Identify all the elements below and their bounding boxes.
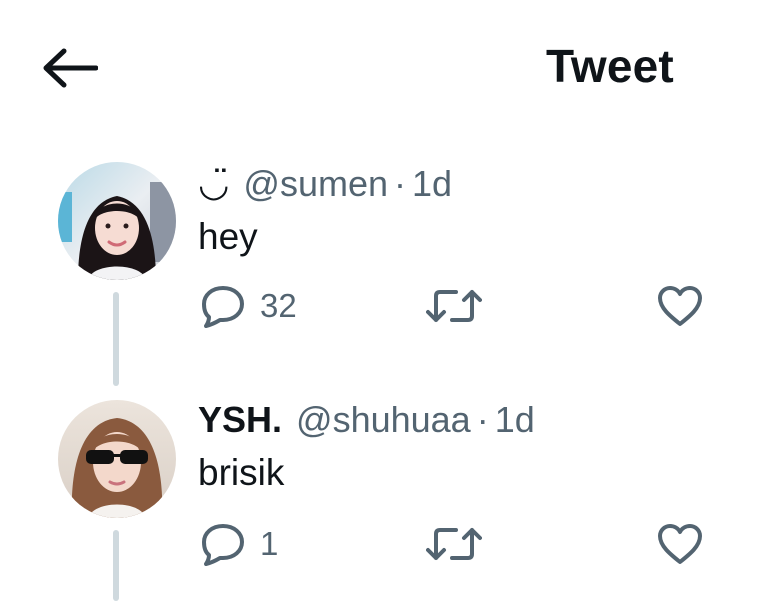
separator-dot: ·	[476, 399, 489, 440]
tweet-header: YSH. @shuhuaa · 1d	[198, 398, 535, 442]
user-handle[interactable]: @sumen	[243, 163, 388, 205]
retweet-icon	[426, 528, 482, 560]
like-button[interactable]	[656, 284, 704, 328]
timestamp[interactable]: 1d	[495, 399, 535, 441]
heart-icon	[658, 286, 702, 326]
like-button[interactable]	[656, 522, 704, 566]
separator-dot: ·	[394, 163, 407, 204]
reply-icon	[202, 286, 244, 328]
display-name[interactable]: ◡̈	[198, 163, 229, 205]
thread-line	[113, 530, 119, 601]
display-name[interactable]: YSH.	[198, 399, 282, 441]
tweet-text: brisik	[198, 452, 285, 493]
timestamp[interactable]: 1d	[412, 163, 452, 205]
avatar[interactable]	[58, 400, 176, 518]
thread-line	[113, 292, 119, 386]
heart-icon	[658, 524, 702, 564]
tweet-header: ◡̈ @sumen · 1d	[198, 162, 452, 206]
avatar-image	[58, 162, 176, 280]
page-title: Tweet	[546, 40, 674, 92]
avatar-image	[58, 400, 176, 518]
reply-icon	[202, 524, 244, 566]
reply-count: 32	[260, 287, 297, 324]
retweet-button[interactable]	[426, 524, 482, 564]
reply-count: 1	[260, 525, 279, 562]
reply-button[interactable]: 32	[200, 284, 297, 328]
user-handle[interactable]: @shuhuaa	[296, 399, 471, 441]
retweet-button[interactable]	[426, 286, 482, 326]
arrow-left-icon	[43, 48, 98, 88]
reply-button[interactable]: 1	[200, 522, 278, 566]
retweet-icon	[426, 290, 482, 322]
tweet-text: hey	[198, 216, 258, 257]
back-button[interactable]	[40, 40, 106, 96]
avatar[interactable]	[58, 162, 176, 280]
